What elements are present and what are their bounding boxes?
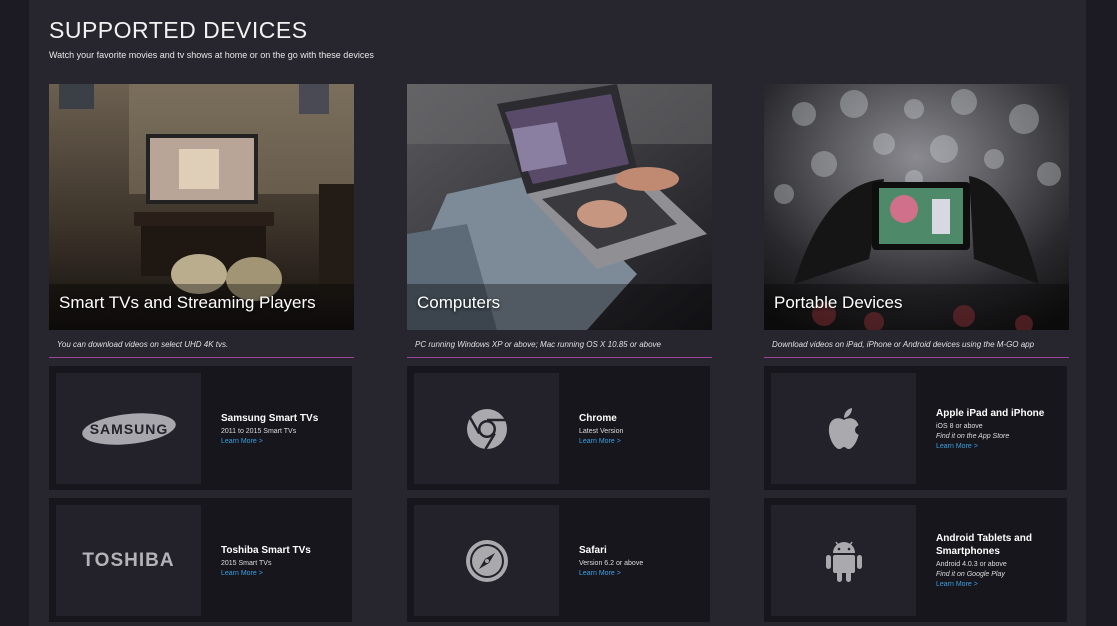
device-requirement: Latest Version <box>579 427 624 435</box>
device-requirement: 2015 Smart TVs <box>221 559 272 567</box>
device-name: Chrome <box>579 412 617 424</box>
device-card-toshiba[interactable]: TOSHIBA Toshiba Smart TVs 2015 Smart TVs… <box>49 498 352 622</box>
learn-more-link[interactable]: Learn More > <box>936 581 1061 588</box>
store-note: Find it on Google Play <box>936 571 1005 578</box>
apple-icon <box>771 373 916 484</box>
page-title: SUPPORTED DEVICES <box>49 17 308 43</box>
learn-more-link[interactable]: Learn More > <box>221 438 346 445</box>
android-icon <box>771 505 916 616</box>
device-requirement: iOS 8 or above <box>936 422 983 430</box>
store-note: Find it on the App Store <box>936 432 1010 440</box>
learn-more-link[interactable]: Learn More > <box>936 443 1061 450</box>
chrome-icon <box>414 373 559 484</box>
device-requirement: Android 4.0.3 or above <box>936 561 1007 568</box>
device-requirement: Version 6.2 or above <box>579 559 644 567</box>
toshiba-logo-text: TOSHIBA <box>82 549 175 571</box>
hero-label: Portable Devices <box>774 293 903 312</box>
device-name: Android Tablets and Smartphones <box>936 533 1032 557</box>
hero-computers[interactable]: Computers <box>407 84 712 330</box>
device-card-safari[interactable]: Safari Version 6.2 or above Learn More > <box>407 498 710 622</box>
compass-icon <box>414 505 559 616</box>
column-computers: Computers PC running Windows XP or above… <box>407 84 712 622</box>
device-card-samsung[interactable]: SAMSUNG Samsung Smart TVs 2011 to 2015 S… <box>49 366 352 490</box>
hero-smart-tvs[interactable]: Smart TVs and Streaming Players <box>49 84 354 330</box>
page-subtitle: Watch your favorite movies and tv shows … <box>49 50 374 60</box>
toshiba-logo: TOSHIBA <box>56 505 201 616</box>
device-name: Safari <box>579 544 607 556</box>
hero-label: Smart TVs and Streaming Players <box>59 293 316 312</box>
column-description: PC running Windows XP or above; Mac runn… <box>407 330 712 358</box>
column-portable: Portable Devices Download videos on iPad… <box>764 84 1069 622</box>
device-card-chrome[interactable]: Chrome Latest Version Learn More > <box>407 366 710 490</box>
device-name: Toshiba Smart TVs <box>221 544 311 556</box>
device-name: Apple iPad and iPhone <box>936 407 1045 419</box>
learn-more-link[interactable]: Learn More > <box>579 438 704 445</box>
device-requirement: 2011 to 2015 Smart TVs <box>221 427 297 435</box>
column-description: Download videos on iPad, iPhone or Andro… <box>764 330 1069 358</box>
hero-label: Computers <box>417 293 501 312</box>
device-card-android[interactable]: Android Tablets and Smartphones Android … <box>764 498 1067 622</box>
learn-more-link[interactable]: Learn More > <box>221 570 346 577</box>
samsung-logo: SAMSUNG <box>56 373 201 484</box>
hero-portable[interactable]: Portable Devices <box>764 84 1069 330</box>
learn-more-link[interactable]: Learn More > <box>579 570 704 577</box>
column-smart-tvs: Smart TVs and Streaming Players You can … <box>49 84 354 622</box>
device-card-apple[interactable]: Apple iPad and iPhone iOS 8 or above Fin… <box>764 366 1067 490</box>
samsung-logo-text: SAMSUNG <box>89 421 168 437</box>
device-name: Samsung Smart TVs <box>221 412 319 424</box>
column-description: You can download videos on select UHD 4K… <box>49 330 354 358</box>
